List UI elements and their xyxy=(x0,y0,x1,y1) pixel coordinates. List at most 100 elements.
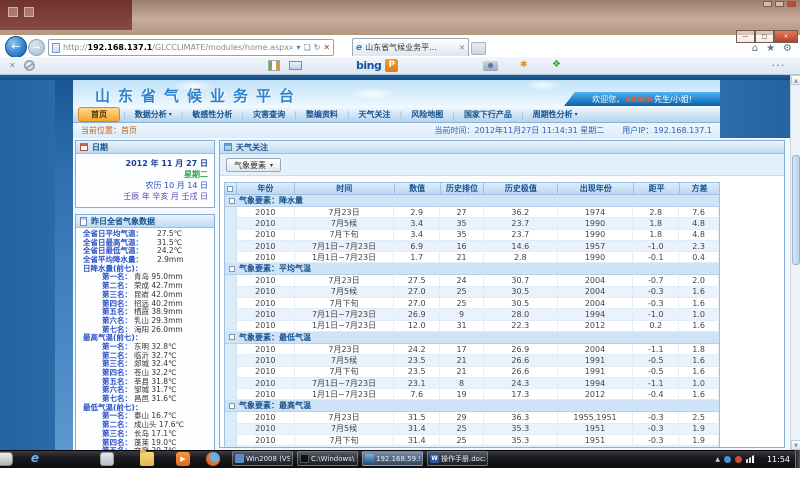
close-button[interactable]: × xyxy=(774,30,798,43)
taskbar-window-button[interactable]: 192.168.59.99... xyxy=(362,451,423,466)
element-filter-button[interactable]: 气象要素 ▾ xyxy=(226,158,281,172)
nav-item-4[interactable]: 灾害查询 xyxy=(244,107,294,122)
favorites-star-icon[interactable]: ★ xyxy=(766,43,775,54)
more-options-icon[interactable]: ··· xyxy=(772,62,786,70)
table-cell: 21 xyxy=(440,367,484,378)
media-player-icon[interactable]: ▶ xyxy=(176,452,190,466)
row-gutter xyxy=(225,389,237,400)
minimize-button[interactable]: — xyxy=(736,30,755,43)
chevron-down-icon[interactable]: ▾ xyxy=(296,43,300,53)
firefox-icon[interactable] xyxy=(206,452,220,466)
new-tab-button[interactable] xyxy=(471,42,486,55)
table-cell: 7月1日~7月23日 xyxy=(295,378,395,389)
browser-tab[interactable]: e 山东省气候业务平... ✕ xyxy=(352,38,469,56)
back-button[interactable]: ← xyxy=(5,36,27,58)
camera-icon[interactable] xyxy=(483,61,498,71)
vertical-scrollbar[interactable]: ▲ ▼ xyxy=(790,75,800,450)
toolbar-close-icon[interactable]: ✕ xyxy=(9,61,16,70)
column-header: 数值 xyxy=(395,183,441,195)
table-cell: 2010 xyxy=(237,435,295,446)
home-icon[interactable]: ⌂ xyxy=(752,43,758,54)
table-group-row: 气象要素：最高气温 xyxy=(225,400,720,412)
tray-expand-icon[interactable]: ▲ xyxy=(715,456,720,463)
nav-item-2[interactable]: 数据分析▾ xyxy=(126,107,181,122)
select-all-checkbox[interactable] xyxy=(227,186,233,192)
sidebar: 日期 2012 年 11 月 27 日星期二农历 10 月 14 日壬辰 年 辛… xyxy=(75,140,215,457)
screenshot-bottom-margin xyxy=(0,468,800,500)
column-header: 时间 xyxy=(295,183,395,195)
scroll-up-button[interactable]: ▲ xyxy=(791,75,800,85)
scroll-down-button[interactable]: ▼ xyxy=(791,440,800,450)
maximize-button[interactable]: □ xyxy=(755,30,774,43)
nav-item-label: 天气关注 xyxy=(359,109,391,120)
gear-icon[interactable]: ⚙ xyxy=(783,43,792,54)
nav-item-3[interactable]: 敏感性分析 xyxy=(183,107,241,122)
tray-app-icon-red[interactable] xyxy=(735,456,742,463)
taskbar-window-label: 192.168.59.99... xyxy=(376,455,420,463)
table-cell: 7月5候 xyxy=(295,355,395,366)
table-cell: 29 xyxy=(440,412,484,423)
start-button[interactable] xyxy=(0,452,13,466)
url-path: /GLCCLIMATE/modules/home.aspx xyxy=(152,43,289,52)
taskbar-window-button[interactable]: Win2008 (VS2... xyxy=(232,451,293,466)
row-gutter xyxy=(225,344,237,355)
tile-icon[interactable] xyxy=(268,60,280,71)
forward-button[interactable]: → xyxy=(28,39,45,56)
row-gutter xyxy=(225,298,237,309)
table-cell: 7月下旬 xyxy=(295,367,395,378)
nav-item-1[interactable]: 首页 xyxy=(78,107,120,122)
desktop-behind-strip xyxy=(0,0,800,35)
explorer-folder-icon[interactable] xyxy=(140,452,154,466)
compatibility-view-icon[interactable]: ❏ xyxy=(303,43,310,53)
table-cell: 2010 xyxy=(237,287,295,298)
scrollbar-thumb[interactable] xyxy=(792,155,800,265)
nav-item-5[interactable]: 整编资料 xyxy=(297,107,347,122)
pinned-app-icon[interactable] xyxy=(100,452,114,466)
table-cell: 21 xyxy=(440,355,484,366)
app-window-icon xyxy=(235,454,244,463)
weather-panel-body: 全省日平均气温：27.5℃全省日最高气温：31.5℃全省日最低气温：24.2℃全… xyxy=(76,228,214,450)
nav-item-8[interactable]: 国家下行产品 xyxy=(455,107,521,122)
nav-item-9[interactable]: 周期性分析▾ xyxy=(524,107,587,122)
nav-item-7[interactable]: 风险地图 xyxy=(402,107,452,122)
table-cell: 1990 xyxy=(558,218,634,229)
table-header-gutter xyxy=(225,183,237,195)
mail-icon[interactable] xyxy=(289,61,302,70)
stop-icon[interactable]: ✕ xyxy=(323,43,330,53)
sparkle-icon[interactable]: ✱ xyxy=(520,60,528,70)
group-checkbox[interactable] xyxy=(229,334,235,340)
table-cell: 36.2 xyxy=(484,207,558,218)
table-cell: 7月23日 xyxy=(295,275,395,286)
search-icon[interactable]: ⌕ xyxy=(289,43,293,53)
table-cell: 7.6 xyxy=(394,389,440,400)
table-row: 20107月1日~7月23日31.5933.01997-1.01.1 xyxy=(225,446,720,448)
table-cell: 2010 xyxy=(237,252,295,263)
network-icon[interactable] xyxy=(746,455,754,463)
group-checkbox[interactable] xyxy=(229,198,235,204)
taskbar-window-button[interactable]: W操作手册.docx ... xyxy=(427,451,488,466)
clover-icon[interactable]: ❖ xyxy=(552,59,561,70)
row-gutter xyxy=(225,230,237,241)
nav-item-6[interactable]: 天气关注 xyxy=(350,107,400,122)
table-row: 20107月1日~7月23日6.91614.61957-1.02.3 xyxy=(225,241,720,252)
table-row: 20101月1日~7月23日7.61917.32012-0.41.6 xyxy=(225,389,720,400)
table-cell: 0.4 xyxy=(679,252,719,263)
group-checkbox[interactable] xyxy=(229,403,235,409)
ie-taskbar-icon[interactable]: e xyxy=(28,452,42,466)
refresh-icon[interactable]: ↻ xyxy=(314,43,321,53)
table-cell: 7.6 xyxy=(679,207,719,218)
show-desktop-button[interactable] xyxy=(795,450,800,468)
taskbar-window-label: 操作手册.docx ... xyxy=(441,454,485,464)
taskbar-window-button[interactable]: C:\Windows\s... xyxy=(297,451,358,466)
taskbar-clock[interactable]: 11:54 xyxy=(767,455,790,464)
tray-app-icon-blue[interactable] xyxy=(724,456,731,463)
table-cell: 26.6 xyxy=(484,367,558,378)
table-cell: 0.2 xyxy=(633,321,679,332)
group-checkbox[interactable] xyxy=(229,266,235,272)
tab-close-icon[interactable]: ✕ xyxy=(459,44,465,52)
bing-logo[interactable]: bing P xyxy=(356,59,398,72)
address-bar[interactable]: http:// 192.168.137.1 /GLCCLIMATE/module… xyxy=(48,39,334,56)
group-label: 气象要素：最高气温 xyxy=(239,400,311,411)
weather-row-value: 2.9mm xyxy=(157,256,184,265)
blocked-icon[interactable] xyxy=(24,60,35,71)
